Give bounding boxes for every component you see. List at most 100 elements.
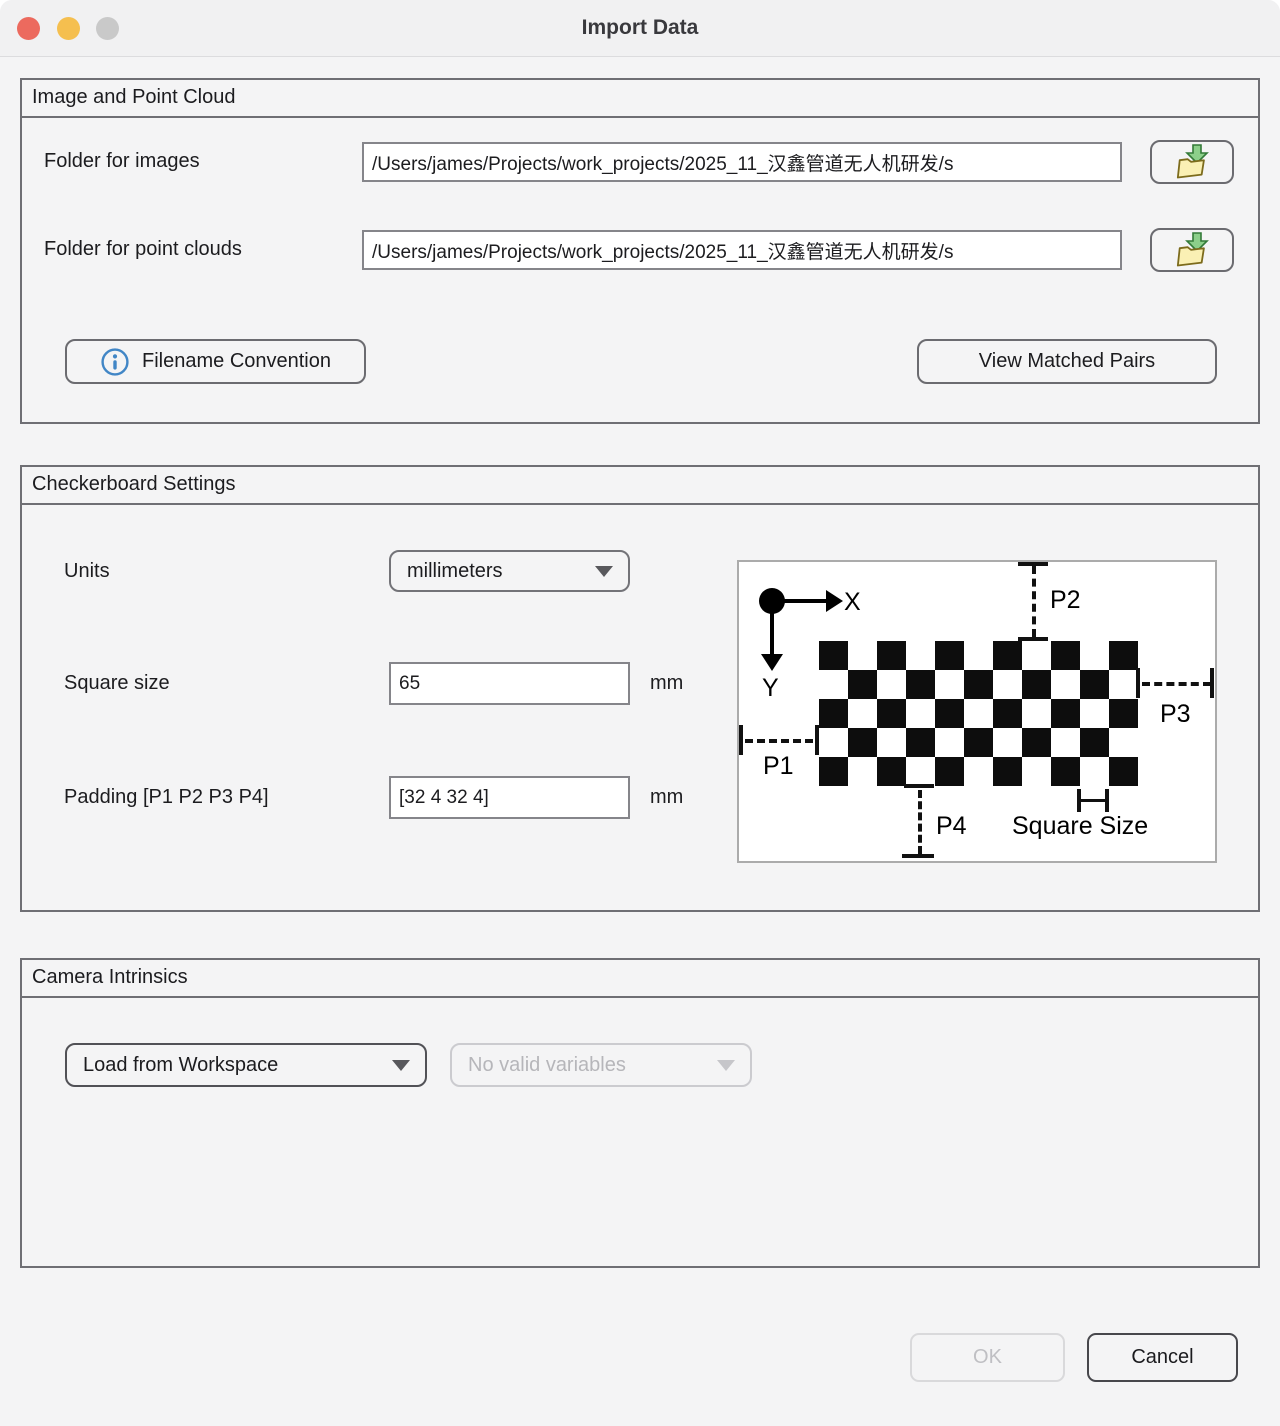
checkerboard-cell bbox=[1051, 641, 1080, 670]
checkerboard-cell bbox=[906, 641, 935, 670]
intrinsics-source-dropdown[interactable]: Load from Workspace bbox=[65, 1043, 427, 1087]
padding-label: Padding [P1 P2 P3 P4] bbox=[64, 786, 269, 809]
p2-dashed-line bbox=[1032, 566, 1036, 637]
checkerboard-cell bbox=[848, 641, 877, 670]
checkerboard-cell bbox=[935, 641, 964, 670]
checkerboard-settings-panel: Checkerboard Settings Units millimeters … bbox=[20, 465, 1260, 912]
p4-label: P4 bbox=[936, 812, 967, 841]
camera-intrinsics-panel: Camera Intrinsics Load from Workspace No… bbox=[20, 958, 1260, 1268]
checkerboard-cell bbox=[993, 757, 1022, 786]
section-title-checkerboard-settings: Checkerboard Settings bbox=[22, 467, 1258, 505]
checkerboard-cell bbox=[935, 670, 964, 699]
info-icon bbox=[100, 347, 130, 377]
square-size-input[interactable] bbox=[389, 662, 630, 705]
filename-convention-button[interactable]: Filename Convention bbox=[65, 339, 366, 384]
image-point-cloud-panel: Image and Point Cloud Folder for images … bbox=[20, 78, 1260, 424]
checkerboard-cell bbox=[964, 641, 993, 670]
checkerboard-cell bbox=[877, 757, 906, 786]
p1-tick bbox=[815, 725, 819, 755]
p1-dashed-line bbox=[745, 739, 813, 743]
checkerboard-cell bbox=[819, 728, 848, 757]
folder-images-input[interactable] bbox=[362, 142, 1122, 182]
p4-tick bbox=[902, 854, 934, 858]
checkerboard-cell bbox=[1051, 670, 1080, 699]
folder-images-label: Folder for images bbox=[44, 150, 200, 173]
section-title-camera-intrinsics: Camera Intrinsics bbox=[22, 960, 1258, 998]
x-axis-arrowhead-icon bbox=[826, 590, 843, 612]
checkerboard-cell bbox=[1051, 757, 1080, 786]
checkerboard-cell bbox=[993, 670, 1022, 699]
filename-convention-label: Filename Convention bbox=[142, 350, 331, 373]
checkerboard-cell bbox=[964, 670, 993, 699]
checkerboard-cell bbox=[1109, 699, 1138, 728]
checkerboard-cell bbox=[906, 699, 935, 728]
import-data-dialog: Import Data Image and Point Cloud Folder… bbox=[0, 0, 1280, 1426]
checkerboard-cell bbox=[819, 670, 848, 699]
checkerboard-cell bbox=[819, 757, 848, 786]
p3-dashed-line bbox=[1142, 682, 1211, 686]
padding-input[interactable] bbox=[389, 776, 630, 819]
title-bar: Import Data bbox=[0, 0, 1280, 57]
folder-point-clouds-label: Folder for point clouds bbox=[44, 238, 242, 261]
y-axis-arrow bbox=[770, 601, 774, 654]
checkerboard-cell bbox=[877, 728, 906, 757]
cancel-button[interactable]: Cancel bbox=[1087, 1333, 1238, 1382]
checkerboard-cell bbox=[906, 670, 935, 699]
checkerboard-cell bbox=[1022, 670, 1051, 699]
checkerboard-cell bbox=[935, 757, 964, 786]
checkerboard-cell bbox=[819, 641, 848, 670]
checkerboard-cell bbox=[877, 699, 906, 728]
square-size-label: Square size bbox=[64, 672, 170, 695]
open-folder-icon bbox=[1170, 232, 1214, 268]
intrinsics-variables-value: No valid variables bbox=[468, 1054, 626, 1077]
p2-tick bbox=[1018, 637, 1048, 641]
checkerboard-cell bbox=[848, 728, 877, 757]
browse-point-clouds-button[interactable] bbox=[1150, 228, 1234, 272]
checkerboard-cell bbox=[935, 728, 964, 757]
checkerboard-cell bbox=[877, 641, 906, 670]
p1-tick bbox=[739, 725, 743, 755]
checkerboard-cell bbox=[1109, 728, 1138, 757]
folder-point-clouds-input[interactable] bbox=[362, 230, 1122, 270]
checkerboard-cell bbox=[1022, 641, 1051, 670]
checkerboard-cell bbox=[1080, 757, 1109, 786]
intrinsics-variables-dropdown: No valid variables bbox=[450, 1043, 752, 1087]
y-axis-arrowhead-icon bbox=[761, 654, 783, 671]
checkerboard-cell bbox=[964, 699, 993, 728]
p4-dashed-line bbox=[918, 790, 922, 854]
padding-unit: mm bbox=[650, 786, 683, 809]
p1-label: P1 bbox=[763, 752, 794, 781]
checkerboard-cell bbox=[1022, 728, 1051, 757]
checkerboard-diagram: X Y P2 P3 P1 P4 Square Size bbox=[737, 560, 1217, 863]
section-title-image-point-cloud: Image and Point Cloud bbox=[22, 80, 1258, 118]
checkerboard-cell bbox=[1109, 670, 1138, 699]
checkerboard-cell bbox=[1109, 641, 1138, 670]
checkerboard-cell bbox=[1051, 699, 1080, 728]
p3-label: P3 bbox=[1160, 700, 1191, 729]
checkerboard-cell bbox=[993, 699, 1022, 728]
p3-tick bbox=[1136, 668, 1140, 698]
checkerboard-cell bbox=[1080, 670, 1109, 699]
browse-images-button[interactable] bbox=[1150, 140, 1234, 184]
checkerboard-cell bbox=[993, 641, 1022, 670]
p4-tick bbox=[904, 784, 934, 788]
units-dropdown[interactable]: millimeters bbox=[389, 550, 630, 592]
dropdown-arrow-icon bbox=[392, 1060, 410, 1071]
square-size-measure-line bbox=[1080, 799, 1106, 802]
x-axis-arrow bbox=[772, 599, 826, 603]
checkerboard-cell bbox=[1109, 757, 1138, 786]
ok-button: OK bbox=[910, 1333, 1065, 1382]
units-label: Units bbox=[64, 560, 110, 583]
dropdown-arrow-icon bbox=[717, 1060, 735, 1071]
checkerboard-cell bbox=[1080, 699, 1109, 728]
checkerboard-cell bbox=[906, 757, 935, 786]
checkerboard-cell bbox=[1051, 728, 1080, 757]
checkerboard-cell bbox=[877, 670, 906, 699]
x-axis-label: X bbox=[844, 588, 861, 617]
intrinsics-source-value: Load from Workspace bbox=[83, 1054, 278, 1077]
p2-tick bbox=[1018, 562, 1048, 566]
checkerboard-cell bbox=[935, 699, 964, 728]
view-matched-pairs-button[interactable]: View Matched Pairs bbox=[917, 339, 1217, 384]
checkerboard-cell bbox=[1080, 641, 1109, 670]
open-folder-icon bbox=[1170, 144, 1214, 180]
